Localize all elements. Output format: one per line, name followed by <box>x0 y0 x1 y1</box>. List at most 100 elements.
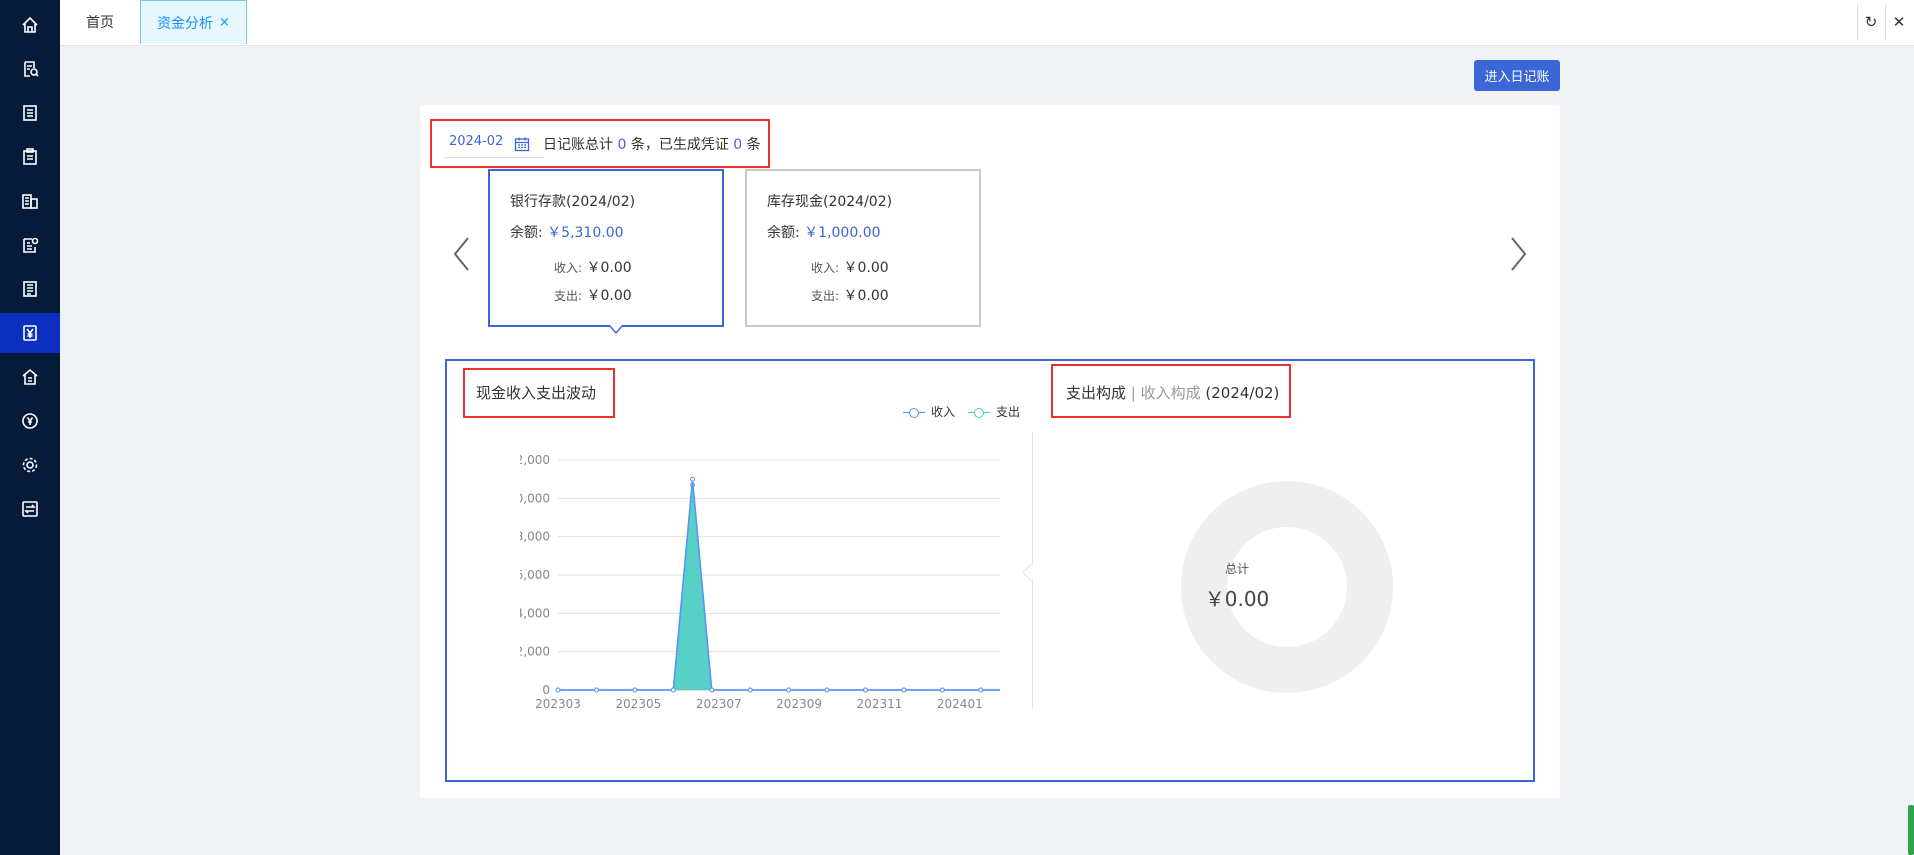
account-card-bank[interactable]: 银行存款(2024/02) 余额: ￥5,310.00 收入: ￥0.00 支出… <box>488 169 724 327</box>
income-row: 收入: ￥0.00 <box>554 257 632 277</box>
voucher-count: 0 <box>733 137 743 153</box>
sidebar <box>0 0 60 855</box>
legend-income-label: 收入 <box>931 405 956 419</box>
document-icon[interactable] <box>0 269 60 309</box>
search-doc-icon[interactable] <box>0 49 60 89</box>
income-point <box>593 687 599 693</box>
journal-summary: 日记账总计 0 条，已生成凭证 0 条 <box>543 134 761 154</box>
settings-doc-icon[interactable] <box>0 225 60 265</box>
calendar-icon[interactable] <box>514 136 530 152</box>
income-point <box>862 687 868 693</box>
transfer-icon[interactable] <box>0 489 60 529</box>
income-point <box>939 687 945 693</box>
expense-label: 支出: <box>811 289 840 303</box>
account-title: 库存现金(2024/02) <box>767 194 893 210</box>
income-value: ￥0.00 <box>586 260 632 276</box>
tab-close-icon[interactable]: × <box>219 15 230 30</box>
income-line <box>558 479 1000 691</box>
income-point <box>670 687 676 693</box>
income-value: ￥0.00 <box>843 260 889 276</box>
month-picker-underline <box>444 157 544 158</box>
y-tick-label: 10,000 <box>520 491 550 505</box>
income-point <box>555 687 561 693</box>
enter-journal-button[interactable]: 进入日记账 <box>1474 60 1560 91</box>
expense-label: 支出: <box>554 289 583 303</box>
account-title: 银行存款(2024/02) <box>510 194 636 210</box>
account-balance: 余额: ￥5,310.00 <box>510 222 624 242</box>
tab-home[interactable]: 首页 <box>60 0 140 44</box>
selected-pointer-inner <box>610 325 622 332</box>
income-point <box>978 687 984 693</box>
pie-chart-title: 支出构成 | 收入构成 (2024/02) <box>1066 382 1279 403</box>
donut-total-label: 总计 <box>1224 562 1249 576</box>
balance-label: 余额: <box>510 225 543 241</box>
income-point <box>690 476 696 482</box>
tab-home-label: 首页 <box>86 15 114 31</box>
y-tick-label: 2,000 <box>520 645 550 659</box>
income-point <box>632 687 638 693</box>
x-tick-label: 202401 <box>937 697 983 711</box>
title-separator: | <box>1126 384 1141 402</box>
y-tick-label: 12,000 <box>520 453 550 467</box>
expense-row: 支出: ￥0.00 <box>554 285 632 305</box>
income-label: 收入: <box>554 261 583 275</box>
yen-icon[interactable] <box>0 313 60 353</box>
account-card-cash[interactable]: 库存现金(2024/02) 余额: ￥1,000.00 收入: ￥0.00 支出… <box>745 169 981 327</box>
x-tick-label: 202305 <box>615 697 661 711</box>
balance-label: 余额: <box>767 225 800 241</box>
building-icon[interactable] <box>0 181 60 221</box>
bank-icon[interactable] <box>0 357 60 397</box>
income-point <box>786 687 792 693</box>
account-balance: 余额: ￥1,000.00 <box>767 222 881 242</box>
line-chart-title: 现金收入支出波动 <box>476 384 597 402</box>
yen-circle-icon[interactable] <box>0 401 60 441</box>
y-tick-label: 0 <box>542 683 550 697</box>
expense-value: ￥0.00 <box>586 288 632 304</box>
y-tick-label: 6,000 <box>520 568 550 582</box>
journal-count: 0 <box>617 137 627 153</box>
legend-expense[interactable]: 支出 <box>968 403 1020 420</box>
x-tick-label: 202309 <box>776 697 822 711</box>
income-label: 收入: <box>811 261 840 275</box>
expense-area <box>558 484 1000 690</box>
pie-period: (2024/02) <box>1200 384 1280 402</box>
line-chart: 0 2,000 4,000 6,000 8,000 10,000 12,000 202303 2… <box>520 453 1000 711</box>
gear-icon[interactable] <box>0 445 60 485</box>
income-point <box>747 687 753 693</box>
x-tick-label: 202307 <box>696 697 742 711</box>
y-tick-label: 8,000 <box>520 530 550 544</box>
balance-value: ￥5,310.00 <box>547 225 624 241</box>
y-tick-label: 4,000 <box>520 606 550 620</box>
x-tick-label: 202303 <box>535 697 581 711</box>
summary-suffix: 条 <box>746 137 761 153</box>
tab-fund-analysis-label: 资金分析 <box>157 15 214 32</box>
income-point <box>709 687 715 693</box>
income-row: 收入: ￥0.00 <box>811 257 889 277</box>
tab-income-composition[interactable]: 收入构成 <box>1141 384 1201 402</box>
month-picker-value[interactable]: 2024-02 <box>449 134 503 149</box>
home-icon[interactable] <box>0 5 60 45</box>
close-all-icon[interactable]: ✕ <box>1885 4 1912 40</box>
page-scrollbar[interactable] <box>1908 805 1914 855</box>
expense-row: 支出: ￥0.00 <box>811 285 889 305</box>
legend-income-marker <box>903 407 925 418</box>
next-arrow-icon[interactable] <box>1508 234 1530 274</box>
tab-expense-composition[interactable]: 支出构成 <box>1066 384 1126 402</box>
summary-mid: 条，已生成凭证 <box>630 137 729 153</box>
summary-prefix: 日记账总计 <box>543 137 613 153</box>
clipboard-icon[interactable] <box>0 137 60 177</box>
income-point <box>824 687 830 693</box>
legend-expense-label: 支出 <box>996 405 1021 419</box>
x-tick-label: 202311 <box>857 697 903 711</box>
expense-line <box>558 484 1000 691</box>
income-point <box>901 687 907 693</box>
tab-bar: 首页 资金分析 × ↻ ✕ <box>60 0 1914 46</box>
legend-income[interactable]: 收入 <box>903 403 955 420</box>
balance-value: ￥1,000.00 <box>804 225 881 241</box>
prev-arrow-icon[interactable] <box>450 234 472 274</box>
refresh-icon[interactable]: ↻ <box>1857 4 1884 40</box>
list-icon[interactable] <box>0 93 60 133</box>
tab-fund-analysis[interactable]: 资金分析 × <box>140 0 247 44</box>
expense-value: ￥0.00 <box>843 288 889 304</box>
legend-expense-marker <box>968 407 990 418</box>
